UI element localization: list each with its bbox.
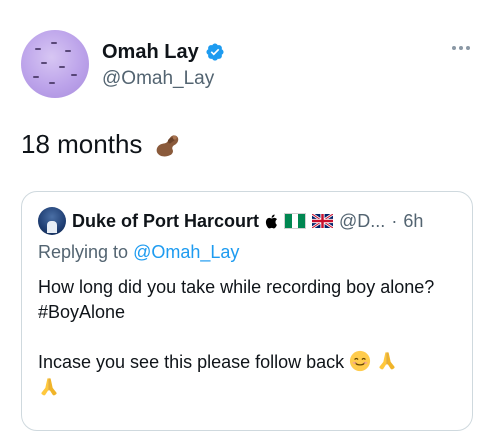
quoted-body-line: How long did you take while recording bo… [38,277,435,322]
more-dot [459,46,463,50]
avatar-detail [49,82,55,84]
folded-hands-icon [41,377,57,396]
avatar-detail [35,48,41,50]
nigeria-flag-icon [284,213,307,229]
avatar-detail [33,76,39,78]
meta-separator: · [391,210,398,231]
author-handle[interactable]: @Omah_Lay [102,67,225,91]
tweet-text-content: 18 months [21,129,143,159]
folded-hands-icon [379,351,395,370]
avatar-detail [59,66,65,68]
replying-prefix: Replying to [38,242,129,262]
more-dot [466,46,470,50]
verified-badge-icon [206,43,224,61]
more-options-icon[interactable] [452,46,470,50]
author-display-name[interactable]: Omah Lay [102,40,199,64]
quoted-tweet-header: Duke of Port Harcourt @D... · 6h [38,207,423,235]
quoted-body-text: Incase you see this please follow back [38,352,345,372]
trailing-emoji-row [38,376,448,401]
uk-flag-icon [312,214,334,228]
tweet-text: 18 months [21,128,182,160]
avatar-detail [65,50,71,52]
avatar-detail [51,42,57,44]
more-dot [452,46,456,50]
apple-icon [265,213,278,228]
avatar-detail [41,62,47,64]
quoted-author-avatar[interactable] [38,207,66,235]
quoted-author-name[interactable]: Duke of Port Harcourt [72,211,259,232]
quoted-timestamp[interactable]: 6h [403,211,423,232]
quoted-tweet-body: How long did you take while recording bo… [38,275,448,401]
author-name-row: Omah Lay [102,40,225,64]
pinching-hand-icon [157,135,179,157]
avatar-detail [71,74,77,76]
replying-mention-link[interactable]: @Omah_Lay [133,242,239,262]
tweet: Omah Lay @Omah_Lay 18 months Duke of Por… [0,0,496,431]
quoted-body-line-2: Incase you see this please follow back [38,350,448,401]
smiling-face-icon [350,350,371,372]
quoted-author-handle[interactable]: @D... [339,211,385,232]
author-avatar[interactable] [21,30,89,98]
author-info: Omah Lay @Omah_Lay [102,40,225,91]
replying-to: Replying to @Omah_Lay [38,242,239,263]
